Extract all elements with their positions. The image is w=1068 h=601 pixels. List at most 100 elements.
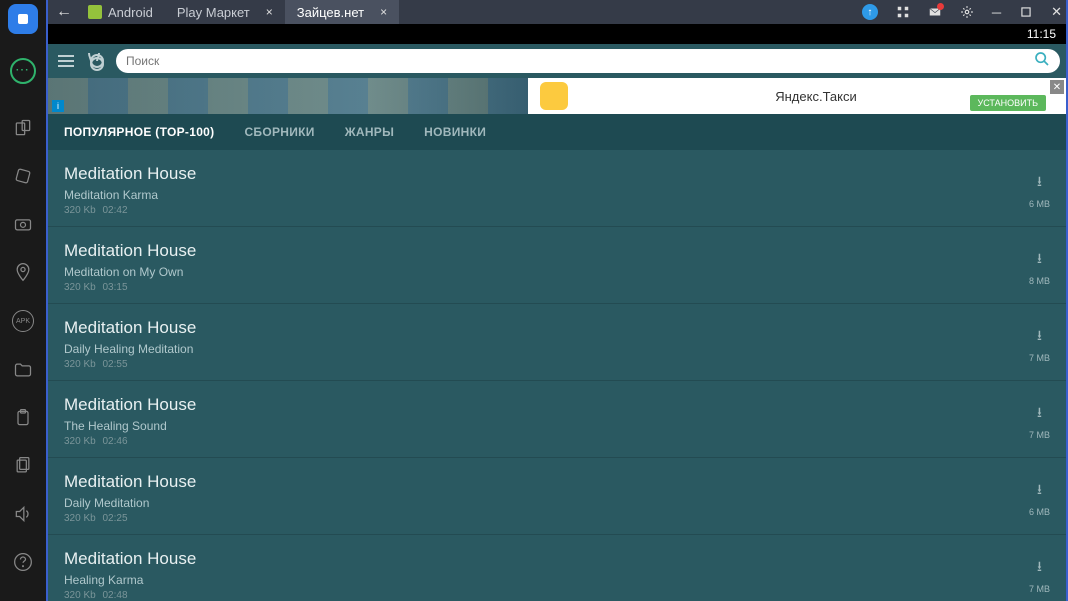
maximize-button[interactable] bbox=[1019, 5, 1033, 19]
track-title: Healing Karma bbox=[64, 573, 196, 587]
clock: 11:15 bbox=[1027, 27, 1056, 41]
download-button[interactable]: ⭳ 7 MB bbox=[1029, 556, 1050, 594]
track-meta: 320 Kb 02:55 bbox=[64, 359, 196, 370]
search-input[interactable] bbox=[126, 54, 1034, 68]
track-info: Meditation House Meditation Karma 320 Kb 0… bbox=[64, 164, 196, 216]
ad-close-icon[interactable]: ✕ bbox=[1050, 80, 1064, 94]
rotate-icon[interactable] bbox=[13, 166, 33, 186]
download-icon: ⭳ bbox=[1029, 171, 1050, 195]
copy-icon[interactable] bbox=[13, 456, 33, 476]
track-artist: Meditation House bbox=[64, 549, 196, 569]
record-icon[interactable] bbox=[8, 4, 38, 34]
file-size: 6 MB bbox=[1029, 199, 1050, 209]
track-artist: Meditation House bbox=[64, 164, 196, 184]
mail-icon[interactable] bbox=[928, 5, 942, 19]
chat-icon[interactable] bbox=[10, 58, 36, 84]
download-icon: ⭳ bbox=[1029, 479, 1050, 503]
android-statusbar: 11:15 bbox=[48, 24, 1066, 44]
track-info: Meditation House Meditation on My Own 320 … bbox=[64, 241, 196, 293]
volume-icon[interactable] bbox=[13, 504, 33, 524]
track-info: Meditation House The Healing Sound 320 Kb … bbox=[64, 395, 196, 447]
track-row[interactable]: Meditation House Daily Meditation 320 Kb 0… bbox=[48, 458, 1066, 535]
track-row[interactable]: Meditation House Daily Healing Meditation… bbox=[48, 304, 1066, 381]
location-icon[interactable] bbox=[13, 262, 33, 282]
tab-label: Android bbox=[108, 5, 153, 20]
file-size: 8 MB bbox=[1029, 276, 1050, 286]
download-button[interactable]: ⭳ 7 MB bbox=[1029, 402, 1050, 440]
track-artist: Meditation House bbox=[64, 395, 196, 415]
track-title: Daily Healing Meditation bbox=[64, 342, 196, 356]
track-meta: 320 Kb 03:15 bbox=[64, 282, 196, 293]
tab-label: Зайцев.нет bbox=[297, 5, 364, 20]
track-artist: Meditation House bbox=[64, 472, 196, 492]
tab-play-market[interactable]: Play Маркет × bbox=[165, 0, 285, 24]
tab-collections[interactable]: СБОРНИКИ bbox=[244, 125, 314, 139]
folder-icon[interactable] bbox=[13, 360, 33, 380]
download-icon: ⭳ bbox=[1029, 325, 1050, 349]
ad-content: Яндекс.Такси УСТАНОВИТЬ ✕ bbox=[528, 78, 1066, 114]
tab-popular[interactable]: ПОПУЛЯРНОЕ (TOP-100) bbox=[64, 125, 214, 139]
track-list[interactable]: Meditation House Meditation Karma 320 Kb 0… bbox=[48, 150, 1066, 601]
settings-icon[interactable] bbox=[960, 5, 974, 19]
category-tabs: ПОПУЛЯРНОЕ (TOP-100) СБОРНИКИ ЖАНРЫ НОВИ… bbox=[48, 114, 1066, 150]
search-field[interactable] bbox=[116, 49, 1060, 73]
apps-icon[interactable] bbox=[896, 5, 910, 19]
main-area: Android Play Маркет × Зайцев.нет × ↑ ─ ✕… bbox=[46, 0, 1068, 601]
close-button[interactable]: ✕ bbox=[1051, 4, 1062, 20]
download-icon: ⭳ bbox=[1029, 248, 1050, 272]
track-info: Meditation House Healing Karma 320 Kb 02:4… bbox=[64, 549, 196, 601]
search-icon[interactable] bbox=[1034, 51, 1050, 72]
ad-info-icon[interactable]: i bbox=[52, 100, 64, 112]
track-meta: 320 Kb 02:46 bbox=[64, 436, 196, 447]
close-icon[interactable]: × bbox=[266, 5, 273, 19]
android-icon bbox=[88, 5, 102, 19]
track-row[interactable]: Meditation House Meditation on My Own 320 … bbox=[48, 227, 1066, 304]
close-icon[interactable]: × bbox=[380, 5, 387, 19]
track-meta: 320 Kb 02:42 bbox=[64, 205, 196, 216]
ad-image: i bbox=[48, 78, 528, 114]
tab-genres[interactable]: ЖАНРЫ bbox=[345, 125, 394, 139]
yandex-taxi-icon bbox=[540, 82, 568, 110]
clipboard-icon[interactable] bbox=[13, 408, 33, 428]
download-button[interactable]: ⭳ 6 MB bbox=[1029, 479, 1050, 517]
apk-icon[interactable]: APK bbox=[12, 310, 34, 332]
menu-icon[interactable] bbox=[54, 51, 78, 71]
ad-banner[interactable]: i Яндекс.Такси УСТАНОВИТЬ ✕ bbox=[48, 78, 1066, 114]
track-artist: Meditation House bbox=[64, 318, 196, 338]
install-button[interactable]: УСТАНОВИТЬ bbox=[970, 95, 1047, 111]
file-size: 7 MB bbox=[1029, 584, 1050, 594]
bunny-logo-icon[interactable] bbox=[84, 48, 110, 74]
file-size: 6 MB bbox=[1029, 507, 1050, 517]
download-button[interactable]: ⭳ 8 MB bbox=[1029, 248, 1050, 286]
track-title: Meditation on My Own bbox=[64, 265, 196, 279]
back-button[interactable] bbox=[52, 0, 76, 24]
minimize-button[interactable]: ─ bbox=[992, 5, 1001, 20]
track-info: Meditation House Daily Meditation 320 Kb 0… bbox=[64, 472, 196, 524]
tab-android[interactable]: Android bbox=[76, 0, 165, 24]
download-icon: ⭳ bbox=[1029, 556, 1050, 580]
tab-zaycev[interactable]: Зайцев.нет × bbox=[285, 0, 399, 24]
file-size: 7 MB bbox=[1029, 430, 1050, 440]
track-artist: Meditation House bbox=[64, 241, 196, 261]
camera-icon[interactable] bbox=[13, 214, 33, 234]
download-button[interactable]: ⭳ 6 MB bbox=[1029, 171, 1050, 209]
track-title: Daily Meditation bbox=[64, 496, 196, 510]
track-meta: 320 Kb 02:48 bbox=[64, 590, 196, 601]
track-title: The Healing Sound bbox=[64, 419, 196, 433]
search-row bbox=[48, 44, 1066, 78]
track-row[interactable]: Meditation House Healing Karma 320 Kb 02:4… bbox=[48, 535, 1066, 601]
file-size: 7 MB bbox=[1029, 353, 1050, 363]
track-meta: 320 Kb 02:25 bbox=[64, 513, 196, 524]
help-icon[interactable] bbox=[13, 552, 33, 572]
download-button[interactable]: ⭳ 7 MB bbox=[1029, 325, 1050, 363]
track-row[interactable]: Meditation House Meditation Karma 320 Kb 0… bbox=[48, 150, 1066, 227]
download-icon: ⭳ bbox=[1029, 402, 1050, 426]
tab-new[interactable]: НОВИНКИ bbox=[424, 125, 486, 139]
emulator-sidebar: APK bbox=[0, 0, 46, 601]
tablet-icon[interactable] bbox=[13, 118, 33, 138]
tab-label: Play Маркет bbox=[177, 5, 250, 20]
track-title: Meditation Karma bbox=[64, 188, 196, 202]
track-row[interactable]: Meditation House The Healing Sound 320 Kb … bbox=[48, 381, 1066, 458]
window-titlebar: Android Play Маркет × Зайцев.нет × ↑ ─ ✕ bbox=[48, 0, 1066, 24]
sync-icon[interactable]: ↑ bbox=[862, 4, 878, 20]
